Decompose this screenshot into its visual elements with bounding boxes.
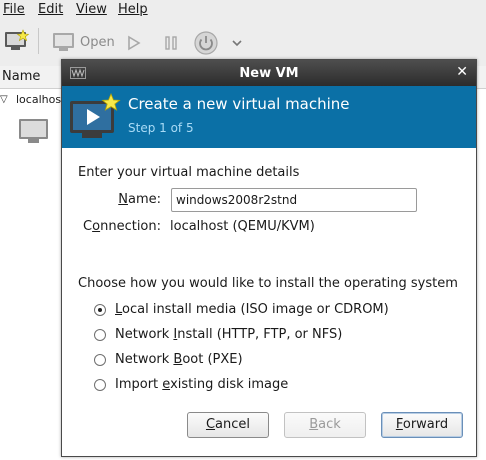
banner-title: Create a new virtual machine xyxy=(128,95,350,113)
host-label: localhost xyxy=(16,93,66,106)
forward-button[interactable]: Forward xyxy=(381,412,463,438)
radio-label-network-boot: Network Boot (PXE) xyxy=(115,352,243,367)
play-icon[interactable] xyxy=(126,35,142,51)
new-vm-icon xyxy=(5,29,30,50)
menu-edit[interactable]: Edit xyxy=(38,2,63,17)
dialog-banner: Create a new virtual machine Step 1 of 5 xyxy=(62,86,476,148)
new-vm-dialog: New VM ✕ Create a new virtual machine St… xyxy=(61,59,477,457)
name-label: Name: xyxy=(118,192,161,207)
connection-value: localhost (QEMU/KVM) xyxy=(170,219,315,234)
install-heading: Choose how you would like to install the… xyxy=(78,276,458,291)
details-heading: Enter your virtual machine details xyxy=(78,165,300,180)
toolbar-separator xyxy=(38,28,39,54)
radio-import-disk[interactable]: Import existing disk image xyxy=(94,377,434,395)
radio-indicator[interactable] xyxy=(94,304,106,316)
dialog-title: New VM xyxy=(239,66,299,81)
step-indicator: Step 1 of 5 xyxy=(128,121,194,135)
radio-label-local-install: Local install media (ISO image or CDROM) xyxy=(115,302,389,317)
menu-help[interactable]: Help xyxy=(118,2,148,17)
radio-network-install[interactable]: Network Install (HTTP, FTP, or NFS) xyxy=(94,327,434,345)
host-row-localhost[interactable]: ▽ localhost xyxy=(0,90,70,110)
power-icon[interactable] xyxy=(193,30,219,56)
back-button[interactable]: Back xyxy=(284,412,366,438)
new-vm-button[interactable] xyxy=(4,29,30,56)
radio-local-install[interactable]: Local install media (ISO image or CDROM) xyxy=(94,302,434,320)
radio-label-network-install: Network Install (HTTP, FTP, or NFS) xyxy=(115,327,343,342)
radio-label-import-disk: Import existing disk image xyxy=(115,377,289,392)
new-vm-banner-icon xyxy=(70,93,121,138)
open-button-label: Open xyxy=(80,35,115,50)
name-input[interactable] xyxy=(171,188,417,212)
expander-icon[interactable]: ▽ xyxy=(0,94,8,105)
connection-label: Connection: xyxy=(83,219,161,234)
radio-indicator[interactable] xyxy=(94,329,106,341)
menu-view[interactable]: View xyxy=(76,2,107,17)
radio-network-boot[interactable]: Network Boot (PXE) xyxy=(94,352,434,370)
pause-icon[interactable] xyxy=(163,35,179,51)
chevron-down-icon[interactable] xyxy=(231,38,243,48)
menubar: File Edit View Help xyxy=(0,0,486,20)
monitor-icon xyxy=(53,33,74,51)
radio-indicator[interactable] xyxy=(94,354,106,366)
menu-file[interactable]: File xyxy=(3,2,25,17)
radio-indicator[interactable] xyxy=(94,379,106,391)
column-header-name: Name xyxy=(2,69,41,84)
dialog-titlebar[interactable]: New VM ✕ xyxy=(62,60,476,86)
close-icon[interactable]: ✕ xyxy=(456,64,468,80)
vm-monitor-icon[interactable] xyxy=(18,118,50,146)
cancel-button[interactable]: Cancel xyxy=(187,412,269,438)
